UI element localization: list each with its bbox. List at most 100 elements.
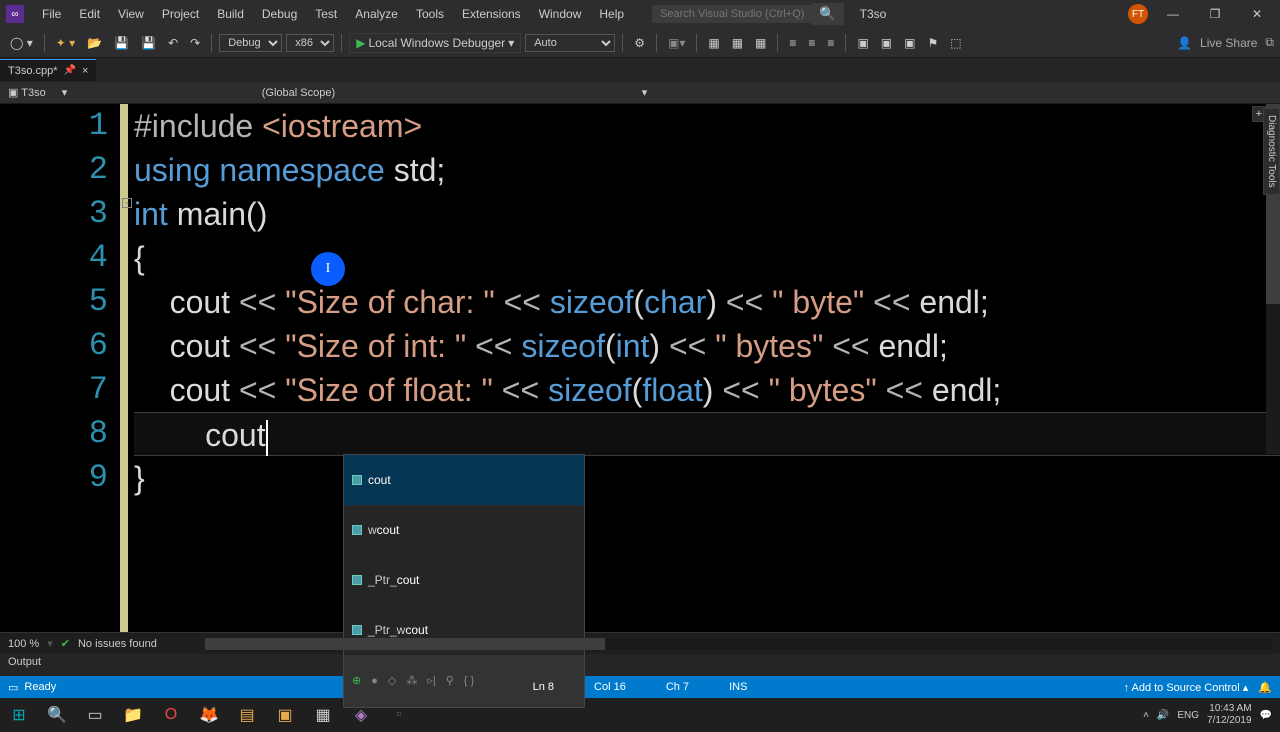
diagnostic-tools-tab[interactable]: Diagnostic Tools [1263, 108, 1280, 195]
tb-icon-12[interactable]: ⬚ [946, 34, 965, 52]
filter-icon[interactable]: ⁂ [406, 659, 417, 703]
tb-icon-2[interactable]: ▦ [704, 34, 723, 52]
close-window-button[interactable]: ✕ [1240, 2, 1274, 26]
explorer-icon[interactable]: 📁 [114, 698, 152, 732]
taskview-icon[interactable]: ▭ [76, 698, 114, 732]
menu-edit[interactable]: Edit [71, 3, 108, 25]
speaker-icon[interactable]: 🔊 [1157, 710, 1169, 721]
maximize-button[interactable]: ❐ [1198, 2, 1232, 26]
code-line-1: #include <iostream> [134, 104, 1280, 148]
tb-icon-10[interactable]: ▣ [900, 34, 919, 52]
filter-icon[interactable]: { } [464, 659, 474, 703]
menu-analyze[interactable]: Analyze [347, 3, 406, 25]
code-area[interactable]: - #include <iostream> using namespace st… [128, 104, 1280, 632]
search-taskbar-icon[interactable]: 🔍 [38, 698, 76, 732]
menu-test[interactable]: Test [307, 3, 345, 25]
tb-icon-11[interactable]: ⚑ [923, 34, 942, 52]
code-line-7: cout << "Size of float: " << sizeof(floa… [134, 368, 1280, 412]
search-button[interactable]: 🔍 [811, 3, 844, 25]
breadcrumb-nav-dropdown[interactable]: ▾ [54, 84, 254, 101]
start-debugger-button[interactable]: ▶ Local Windows Debugger ▾ [349, 33, 521, 53]
zoom-level[interactable]: 100 % [8, 638, 39, 650]
tb-icon-3[interactable]: ▦ [728, 34, 747, 52]
gutter: 1 2 3 4 5 6 7 8 9 [0, 104, 120, 632]
tb-icon-5[interactable]: ≡ [785, 34, 800, 52]
menu-window[interactable]: Window [531, 3, 590, 25]
start-button[interactable]: ⊞ [0, 698, 38, 732]
field-icon [352, 575, 362, 585]
filter-icon[interactable]: ▹| [427, 659, 435, 703]
clock[interactable]: 10:43 AM 7/12/2019 [1207, 703, 1252, 727]
menu-help[interactable]: Help [591, 3, 632, 25]
minimize-button[interactable]: — [1156, 2, 1190, 26]
app-icon-2[interactable]: ▫ [380, 698, 418, 732]
code-line-6: cout << "Size of int: " << sizeof(int) <… [134, 324, 1280, 368]
open-button[interactable]: 📂 [83, 34, 106, 52]
intellisense-popup[interactable]: cout wcout _Ptr_cout _Ptr_wcout ⊕ ● ◇ ⁂ … [343, 454, 585, 708]
new-item-button[interactable]: ✦ ▾ [52, 34, 79, 52]
source-control-button[interactable]: ↑ Add to Source Control ▴ [1124, 681, 1249, 694]
tb-icon-7[interactable]: ≡ [823, 34, 838, 52]
tb-icon-1[interactable]: ▣▾ [664, 34, 689, 52]
tab-t3so-cpp[interactable]: T3so.cpp* 📌 × [0, 59, 96, 81]
sublime-icon[interactable]: ▤ [228, 698, 266, 732]
menu-extensions[interactable]: Extensions [454, 3, 529, 25]
filter-icon[interactable]: ⊕ [352, 659, 361, 703]
menu-tools[interactable]: Tools [408, 3, 452, 25]
member-dropdown[interactable]: ▾ [634, 84, 1014, 101]
intellisense-item-cout[interactable]: cout [344, 455, 584, 505]
redo-button[interactable]: ↷ [186, 34, 204, 52]
toolbox-icon[interactable]: ⚙ [630, 34, 649, 52]
pin-icon[interactable]: 📌 [64, 65, 76, 76]
tb-icon-8[interactable]: ▣ [853, 34, 872, 52]
project-name: T3so [860, 7, 887, 21]
filter-icon[interactable]: ◇ [388, 659, 396, 703]
cursor-annotation-icon: I [311, 252, 345, 286]
play-icon: ▶ [356, 36, 365, 50]
system-tray: ˄ 🔊 ENG 10:43 AM 7/12/2019 💬 [1143, 703, 1280, 727]
firefox-icon[interactable]: 🦊 [190, 698, 228, 732]
tb-icon-9[interactable]: ▣ [877, 34, 896, 52]
opera-icon[interactable]: O [152, 698, 190, 732]
breadcrumb-project[interactable]: ▣ T3so [0, 84, 54, 101]
notification-center-icon[interactable]: 💬 [1260, 710, 1272, 721]
filter-icon[interactable]: ● [371, 659, 378, 703]
status-bar: ▭ Ready Ln 8 Col 16 Ch 7 INS ↑ Add to So… [0, 676, 1280, 698]
search-input[interactable] [652, 5, 812, 23]
menu-build[interactable]: Build [209, 3, 252, 25]
save-button[interactable]: 💾 [110, 34, 133, 52]
filter-icon[interactable]: ⚲ [446, 659, 454, 703]
platform-select[interactable]: x86 [286, 34, 334, 52]
save-all-button[interactable]: 💾 [137, 34, 160, 52]
intellisense-item-ptrcout[interactable]: _Ptr_cout [344, 555, 584, 605]
menu-project[interactable]: Project [154, 3, 207, 25]
intellisense-item-wcout[interactable]: wcout [344, 505, 584, 555]
output-panel[interactable]: Output [0, 654, 1280, 676]
issues-status[interactable]: No issues found [78, 638, 157, 650]
tb-icon-6[interactable]: ≡ [804, 34, 819, 52]
editor[interactable]: 1 2 3 4 5 6 7 8 9 - #include <iostream> … [0, 104, 1280, 632]
nav-back-button[interactable]: ◯ ▾ [6, 34, 37, 52]
menu-debug[interactable]: Debug [254, 3, 305, 25]
user-avatar[interactable]: FT [1128, 4, 1148, 24]
menu-file[interactable]: File [34, 3, 69, 25]
xampp-icon[interactable]: ▣ [266, 698, 304, 732]
menu-view[interactable]: View [110, 3, 152, 25]
code-line-4: { [134, 236, 1280, 280]
language-indicator[interactable]: ENG [1177, 710, 1199, 721]
fold-icon[interactable]: - [122, 198, 132, 208]
config-select[interactable]: Debug [219, 34, 282, 52]
app-icon[interactable]: ▦ [304, 698, 342, 732]
feedback-icon[interactable]: ⧉ [1265, 35, 1274, 50]
horizontal-scrollbar[interactable] [205, 638, 1272, 650]
notifications-icon[interactable]: 🔔 [1258, 681, 1272, 694]
scope-dropdown[interactable]: (Global Scope) [254, 85, 634, 101]
liveshare-button[interactable]: Live Share [1200, 36, 1257, 50]
tb-icon-4[interactable]: ▦ [751, 34, 770, 52]
text-caret [266, 420, 268, 456]
auto-select[interactable]: Auto [525, 34, 615, 52]
tab-close-button[interactable]: × [82, 65, 88, 77]
titlebar: ∞ File Edit View Project Build Debug Tes… [0, 0, 1280, 28]
tray-chevron-icon[interactable]: ˄ [1143, 710, 1149, 721]
undo-button[interactable]: ↶ [164, 34, 182, 52]
